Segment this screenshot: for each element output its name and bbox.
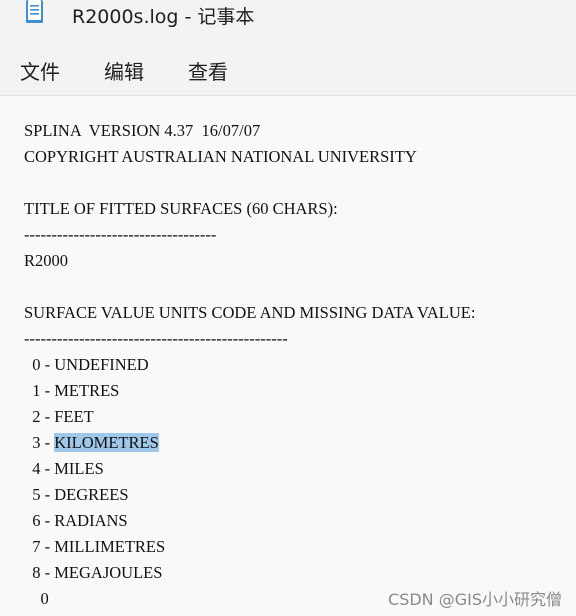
text-line: 2 - FEET bbox=[24, 407, 94, 426]
menu-bar: 文件 编辑 查看 bbox=[0, 44, 576, 94]
text-line: TITLE OF FITTED SURFACES (60 CHARS): bbox=[24, 199, 338, 218]
text-line: SPLINA VERSION 4.37 16/07/07 bbox=[24, 121, 261, 140]
text-editor[interactable]: SPLINA VERSION 4.37 16/07/07 COPYRIGHT A… bbox=[0, 96, 576, 616]
text-line: 6 - RADIANS bbox=[24, 511, 128, 530]
text-line: 7 - MILLIMETRES bbox=[24, 537, 166, 556]
text-line: 0 - UNDEFINED bbox=[24, 355, 149, 374]
document-text: SPLINA VERSION 4.37 16/07/07 COPYRIGHT A… bbox=[24, 118, 564, 612]
notepad-icon bbox=[26, 0, 43, 23]
text-line: ----------------------------------- bbox=[24, 225, 217, 244]
menu-edit[interactable]: 编辑 bbox=[98, 54, 150, 87]
text-line: 5 - DEGREES bbox=[24, 485, 129, 504]
text-line: R2000 bbox=[24, 251, 69, 270]
text-line: SURFACE VALUE UNITS CODE AND MISSING DAT… bbox=[24, 303, 476, 322]
text-line: COPYRIGHT AUSTRALIAN NATIONAL UNIVERSITY bbox=[24, 147, 417, 166]
menu-view[interactable]: 查看 bbox=[182, 54, 234, 87]
text-line: 4 - MILES bbox=[24, 459, 104, 478]
text-line bbox=[24, 274, 564, 300]
menu-file[interactable]: 文件 bbox=[14, 54, 66, 87]
title-bar: R2000s.log - 记事本 bbox=[0, 0, 576, 36]
text-line: 1 - METRES bbox=[24, 381, 120, 400]
window-title: R2000s.log - 记事本 bbox=[72, 6, 255, 28]
text-line: ----------------------------------------… bbox=[24, 329, 288, 348]
text-line-selected: 3 - KILOMETRES bbox=[24, 430, 564, 456]
selected-text: KILOMETRES bbox=[54, 433, 159, 452]
text-line-prefix: 3 - bbox=[24, 433, 55, 452]
text-line bbox=[24, 170, 564, 196]
watermark: CSDN @GIS小小研究僧 bbox=[388, 590, 562, 609]
text-line: 8 - MEGAJOULES bbox=[24, 563, 163, 582]
